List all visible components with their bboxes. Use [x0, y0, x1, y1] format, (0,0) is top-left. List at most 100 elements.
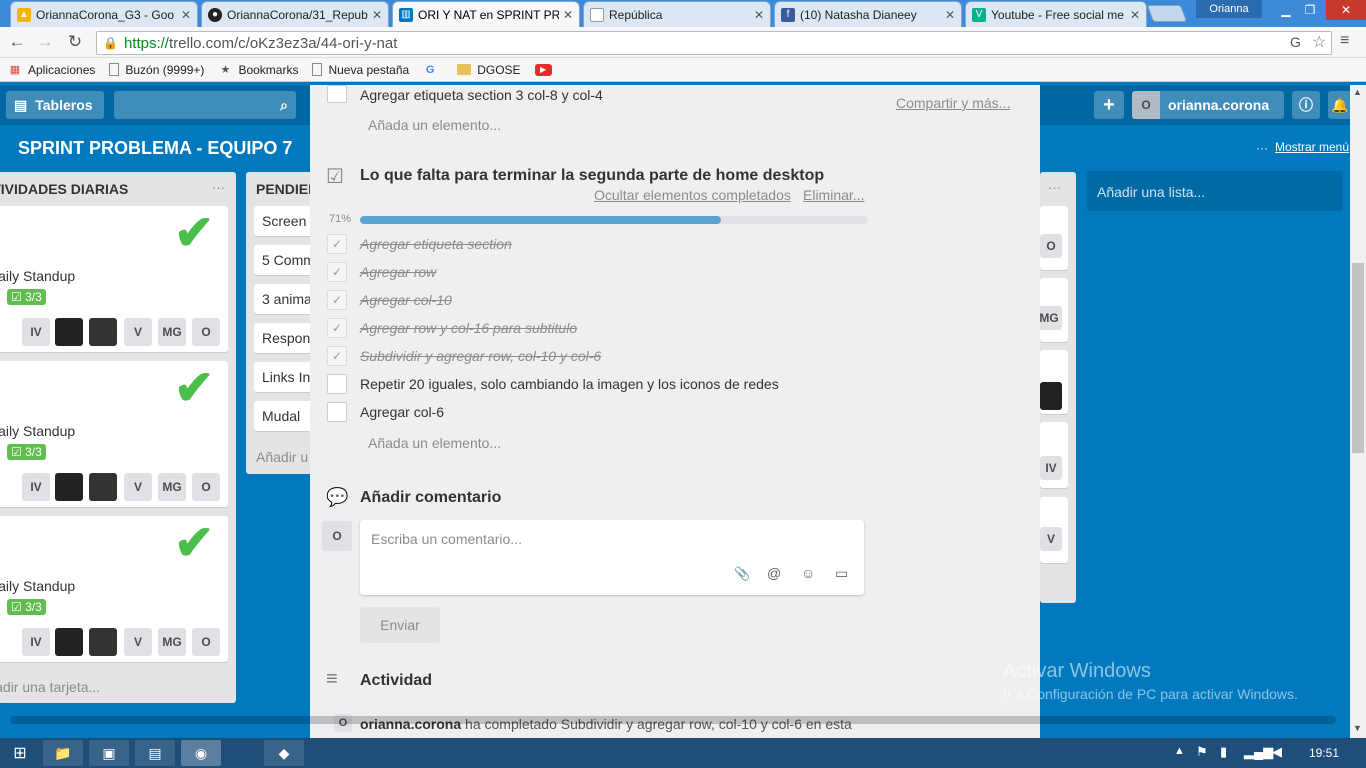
app-icon[interactable]: ◆ [264, 740, 304, 766]
bookmark-buzon[interactable]: Buzón (9999+) [109, 63, 204, 77]
card[interactable]: V [1040, 497, 1068, 563]
bookmark-nueva-pestana[interactable]: Nueva pestaña [312, 63, 409, 77]
member-avatar-photo[interactable] [55, 473, 83, 501]
checklist-item-text[interactable]: Agregar col-6 [360, 404, 444, 420]
close-tab-icon[interactable]: ✕ [1130, 8, 1140, 22]
member-avatar[interactable]: IV [22, 628, 50, 656]
vertical-scrollbar[interactable]: ▲ ▼ [1350, 85, 1366, 738]
bookmark-apps[interactable]: ▦ Aplicaciones [8, 63, 96, 77]
bookmark-dgose[interactable]: DGOSE [457, 63, 521, 77]
member-avatar-photo[interactable] [89, 318, 117, 346]
user-menu[interactable]: O orianna.corona [1132, 91, 1284, 119]
member-avatar[interactable]: V [124, 318, 152, 346]
checklist-item-text[interactable]: Agregar col-10 [360, 292, 452, 308]
close-tab-icon[interactable]: ✕ [563, 8, 573, 22]
clock[interactable]: 19:51 [1309, 746, 1339, 760]
checklist-item-text[interactable]: Agregar row [360, 264, 436, 280]
back-icon[interactable]: ← [6, 31, 28, 53]
tab-google-drive[interactable]: ▲ OriannaCorona_G3 - Goo ✕ [10, 1, 198, 27]
restore-icon[interactable]: ❐ [1292, 0, 1328, 20]
mention-icon[interactable]: @ [767, 565, 781, 581]
flag-icon[interactable]: ⚑ [1196, 744, 1208, 760]
card-daily-standup[interactable]: ✔ Daily Standup ☑ 3/3 IV V MG O [0, 206, 228, 352]
forward-icon[interactable]: → [34, 31, 56, 53]
checklist-item-text[interactable]: Agregar etiqueta section 3 col-8 y col-4 [360, 87, 603, 103]
scroll-down-icon[interactable]: ▼ [1353, 723, 1362, 733]
delete-checklist-link[interactable]: Eliminar... [803, 187, 864, 203]
board-title[interactable]: SPRINT PROBLEMA - EQUIPO 7 [18, 138, 292, 159]
card[interactable]: Links In [254, 362, 316, 392]
show-menu-link[interactable]: Mostrar menú [1275, 140, 1349, 154]
checklist-item-checkbox[interactable] [327, 402, 347, 422]
card[interactable]: O [1040, 206, 1068, 270]
checklist-item-checkbox[interactable] [327, 85, 347, 103]
menu-icon[interactable]: ≡ [1340, 32, 1349, 50]
member-avatar[interactable]: V [124, 473, 152, 501]
checklist-item-checkbox[interactable]: ✓ [327, 346, 347, 366]
hide-completed-link[interactable]: Ocultar elementos completados [594, 187, 791, 203]
reload-icon[interactable]: ↻ [64, 31, 86, 53]
card[interactable]: 5 Comm [254, 245, 316, 275]
tab-facebook[interactable]: f (10) Natasha Dianeey ✕ [774, 1, 962, 27]
app-icon[interactable]: ▣ [89, 740, 129, 766]
member-avatar[interactable]: O [192, 318, 220, 346]
card[interactable]: Respon [254, 323, 316, 353]
tray-arrow-icon[interactable]: ▲ [1174, 745, 1185, 757]
tab-github[interactable]: ● OriannaCorona/31_Repub ✕ [201, 1, 389, 27]
share-more-link[interactable]: Compartir y más... [896, 95, 1010, 111]
checklist-item-text[interactable]: Repetir 20 iguales, solo cambiando la im… [360, 376, 779, 392]
emoji-icon[interactable]: ☺ [801, 565, 815, 581]
member-avatar[interactable]: MG [158, 628, 186, 656]
close-tab-icon[interactable]: ✕ [945, 8, 955, 22]
card-daily-standup[interactable]: ✔ Daily Standup ☑ 3/3 IV V MG O [0, 516, 228, 662]
tab-republica[interactable]: República ✕ [583, 1, 771, 27]
comment-input[interactable]: Escriba un comentario... [371, 531, 522, 547]
add-item-link[interactable]: Añada un elemento... [368, 435, 501, 451]
card[interactable] [1040, 350, 1068, 414]
bookmark-youtube[interactable]: ▶ [534, 63, 558, 76]
bookmark-google[interactable]: G [423, 63, 443, 77]
add-card-link[interactable]: Añadir u [256, 449, 308, 465]
member-avatar[interactable]: IV [22, 473, 50, 501]
checklist-item-checkbox[interactable]: ✓ [327, 290, 347, 310]
scrollbar-thumb[interactable] [1352, 263, 1364, 453]
close-tab-icon[interactable]: ✕ [754, 8, 764, 22]
member-avatar-photo[interactable] [55, 318, 83, 346]
member-avatar[interactable]: MG [158, 473, 186, 501]
comment-box[interactable]: Escriba un comentario... 📎 @ ☺ ▭ [360, 520, 864, 595]
add-card-link[interactable]: Añadir una tarjeta... [0, 679, 100, 695]
card[interactable]: IV [1040, 422, 1068, 488]
add-list-button[interactable]: Añadir una lista... [1087, 171, 1343, 211]
bookmark-bookmarks[interactable]: ★ Bookmarks [218, 63, 299, 77]
battery-icon[interactable]: ▮ [1220, 744, 1227, 760]
bell-icon[interactable]: 🔔 [1328, 91, 1352, 119]
checklist-item-text[interactable]: Agregar row y col-16 para subtitulo [360, 320, 577, 336]
checklist-item-checkbox[interactable] [327, 374, 347, 394]
attachment-icon[interactable]: 📎 [734, 566, 750, 582]
star-bookmark-icon[interactable]: ☆ [1312, 32, 1326, 52]
list-menu-icon[interactable]: ··· [1048, 180, 1061, 195]
member-avatar[interactable]: O [192, 628, 220, 656]
add-button[interactable]: + [1094, 91, 1124, 119]
checklist-item-checkbox[interactable]: ✓ [327, 262, 347, 282]
tab-trello[interactable]: ▥ ORI Y NAT en SPRINT PR ✕ [392, 1, 580, 27]
info-icon[interactable]: ⓘ [1292, 91, 1320, 119]
member-avatar[interactable]: O [192, 473, 220, 501]
add-item-link[interactable]: Añada un elemento... [368, 117, 501, 133]
translate-icon[interactable]: G [1290, 34, 1301, 50]
volume-icon[interactable]: ◀ [1272, 744, 1282, 760]
network-icon[interactable]: ▂▄▆ [1244, 744, 1273, 760]
card[interactable]: 3 anima [254, 284, 316, 314]
member-avatar[interactable]: V [124, 628, 152, 656]
tab-youtube[interactable]: V Youtube - Free social me ✕ [965, 1, 1147, 27]
checklist-item-checkbox[interactable]: ✓ [327, 234, 347, 254]
start-button-icon[interactable]: ⊞ [0, 740, 40, 766]
member-avatar[interactable]: MG [158, 318, 186, 346]
card[interactable]: Mudal [254, 401, 316, 431]
scroll-up-icon[interactable]: ▲ [1353, 87, 1362, 97]
checklist-item-text[interactable]: Subdividir y agregar row, col-10 y col-6 [360, 348, 601, 364]
member-avatar-photo[interactable] [55, 628, 83, 656]
address-bar[interactable]: 🔒 https:// trello.com/c/oKz3ez3a/44-ori-… [96, 31, 1332, 55]
card-link-icon[interactable]: ▭ [835, 565, 848, 582]
file-explorer-icon[interactable]: 📁 [43, 740, 83, 766]
